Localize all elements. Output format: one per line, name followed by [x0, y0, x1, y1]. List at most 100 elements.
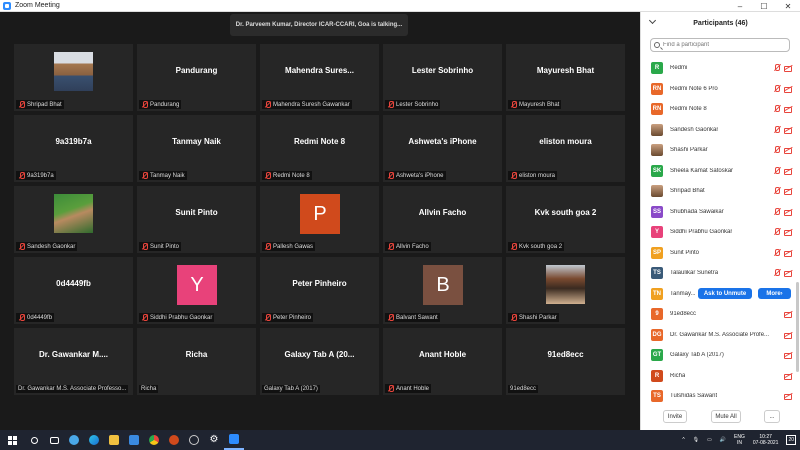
- chrome-icon[interactable]: [144, 430, 164, 450]
- tile-display-name: Lester Sobrinho: [411, 66, 474, 75]
- participant-row[interactable]: DG Dr. Gawankar M.S. Associate Profe...: [641, 325, 800, 346]
- participant-row[interactable]: R Redmi: [641, 58, 800, 79]
- video-tile[interactable]: 91ed8ecc 91ed8ecc: [506, 328, 625, 395]
- video-tile[interactable]: B Balvant Sawant: [383, 257, 502, 324]
- video-off-icon: [784, 187, 793, 196]
- participant-row[interactable]: Sandesh Gaonkar: [641, 120, 800, 141]
- search-taskbar-icon[interactable]: [24, 430, 44, 450]
- participant-row[interactable]: R Richa: [641, 366, 800, 387]
- video-tile[interactable]: Pandurang Pandurang: [137, 44, 256, 111]
- video-tile[interactable]: Galaxy Tab A (20... Galaxy Tab A (2017): [260, 328, 379, 395]
- mic-muted-icon: [510, 101, 517, 108]
- participant-row[interactable]: SP Sunit Pinto: [641, 243, 800, 264]
- mute-all-button[interactable]: Mute All: [711, 410, 741, 423]
- mic-muted-icon: [773, 64, 781, 72]
- tile-name-text: Dr. Gawankar M.S. Associate Professo...: [18, 386, 127, 392]
- minimize-button[interactable]: –: [728, 0, 752, 12]
- close-button[interactable]: ✕: [776, 0, 800, 12]
- mic-muted-icon: [18, 243, 25, 250]
- video-tile[interactable]: Redmi Note 8 Redmi Note 8: [260, 115, 379, 182]
- search-icon: [654, 42, 660, 48]
- invite-button[interactable]: Invite: [663, 410, 687, 423]
- participant-row[interactable]: SS Shubhada Sawaikar: [641, 202, 800, 223]
- video-tile[interactable]: Sandesh Gaonkar: [14, 186, 133, 253]
- people-icon[interactable]: [64, 430, 84, 450]
- participant-more-button[interactable]: More ›: [758, 288, 791, 300]
- tile-name-label: Dr. Gawankar M.S. Associate Professo...: [16, 385, 129, 393]
- participant-row[interactable]: SK Sheela Kamat Satoskar: [641, 161, 800, 182]
- file-explorer-icon[interactable]: [104, 430, 124, 450]
- tile-name-label: Shashi Parkar: [508, 313, 559, 322]
- video-tile[interactable]: Ashweta's iPhone Ashweta's iPhone: [383, 115, 502, 182]
- mic-muted-icon: [18, 172, 25, 179]
- media-icon[interactable]: [184, 430, 204, 450]
- participant-row[interactable]: Y Siddhi Prabhu Gaonkar: [641, 222, 800, 243]
- tile-name-text: Redmi Note 8: [273, 172, 310, 179]
- mic-muted-icon: [18, 101, 25, 108]
- participant-video: [546, 265, 585, 304]
- video-off-icon: [784, 85, 793, 93]
- start-button[interactable]: [0, 430, 24, 450]
- participant-row[interactable]: Shripad Bhat: [641, 181, 800, 202]
- video-off-icon: [784, 146, 793, 155]
- video-tile[interactable]: Peter Pinheiro Peter Pinheiro: [260, 257, 379, 324]
- zoom-taskbar-icon[interactable]: [224, 430, 244, 450]
- edge-icon[interactable]: [84, 430, 104, 450]
- mic-muted-icon: [773, 125, 781, 134]
- tile-display-name: eliston moura: [539, 137, 592, 146]
- video-tile[interactable]: Shashi Parkar: [506, 257, 625, 324]
- participant-row[interactable]: Shashi Parkar: [641, 140, 800, 161]
- video-tile[interactable]: Anant Hoble Anant Hoble: [383, 328, 502, 395]
- video-tile[interactable]: 9a319b7a 9a319b7a: [14, 115, 133, 182]
- video-tile[interactable]: Y Siddhi Prabhu Gaonkar: [137, 257, 256, 324]
- chevron-right-icon: ›: [780, 290, 783, 297]
- video-tile[interactable]: Tanmay Naik Tanmay Naik: [137, 115, 256, 182]
- video-tile[interactable]: Kvk south goa 2 Kvk south goa 2: [506, 186, 625, 253]
- settings-icon[interactable]: ⚙: [204, 430, 224, 450]
- participant-search[interactable]: [650, 38, 790, 52]
- tray-chevron-icon[interactable]: ^: [682, 437, 684, 443]
- video-tile[interactable]: P Pallesh Gawas: [260, 186, 379, 253]
- video-tile[interactable]: Allvin Facho Allvin Facho: [383, 186, 502, 253]
- profile-avatar: P: [300, 194, 340, 234]
- video-tile[interactable]: Dr. Gawankar M.... Dr. Gawankar M.S. Asso…: [14, 328, 133, 395]
- video-tile[interactable]: Mayuresh Bhat Mayuresh Bhat: [506, 44, 625, 111]
- mic-muted-icon: [387, 385, 394, 392]
- video-tile[interactable]: Mahendra Sures... Mahendra Suresh Gawanka…: [260, 44, 379, 111]
- ask-to-unmute-button[interactable]: Ask to Unmute: [698, 288, 752, 300]
- participant-name: Shashi Parkar: [670, 147, 708, 154]
- video-tile[interactable]: 0d4449fb 0d4449fb: [14, 257, 133, 324]
- tile-name-label: Siddhi Prabhu Gaonkar: [139, 313, 215, 322]
- participant-row[interactable]: RN Redmi Note 6 Pro: [641, 79, 800, 100]
- clock[interactable]: 10:27 07-08-2021: [753, 434, 779, 446]
- video-tile[interactable]: eliston moura eliston moura: [506, 115, 625, 182]
- store-icon[interactable]: [124, 430, 144, 450]
- participant-row[interactable]: TN Tanmay... Ask to Unmute More ›: [641, 284, 800, 305]
- powerpoint-icon[interactable]: [164, 430, 184, 450]
- tile-display-name: Ashweta's iPhone: [408, 137, 477, 146]
- language-indicator[interactable]: ENG IN: [734, 434, 745, 446]
- participant-video: [54, 52, 93, 91]
- tile-name-label: eliston moura: [508, 171, 558, 180]
- participant-row[interactable]: RN Redmi Note 8: [641, 99, 800, 120]
- video-tile[interactable]: Richa Richa: [137, 328, 256, 395]
- participant-row[interactable]: 9 91ed8ecc: [641, 304, 800, 325]
- participant-row[interactable]: TS Talaulikar Sunetra: [641, 263, 800, 284]
- volume-icon[interactable]: 🔊: [720, 437, 726, 443]
- participant-row[interactable]: GT Galaxy Tab A (2017): [641, 345, 800, 366]
- notification-badge[interactable]: 20: [786, 435, 796, 445]
- participant-name: Redmi Note 6 Pro: [670, 85, 718, 92]
- video-tile[interactable]: Lester Sobrinho Lester Sobrinho: [383, 44, 502, 111]
- search-input[interactable]: [663, 42, 783, 48]
- video-tile[interactable]: Shripad Bhat: [14, 44, 133, 111]
- video-tile[interactable]: Sunit Pinto Sunit Pinto: [137, 186, 256, 253]
- maximize-button[interactable]: ☐: [752, 0, 776, 12]
- mic-tray-icon[interactable]: 🎙: [693, 437, 699, 443]
- participant-list-scrollbar[interactable]: [796, 282, 799, 372]
- video-off-icon: [784, 228, 793, 237]
- chevron-down-icon[interactable]: [648, 16, 657, 25]
- network-icon[interactable]: ▭: [707, 437, 712, 443]
- task-view-icon[interactable]: [44, 430, 64, 450]
- more-options-button[interactable]: ...: [764, 410, 780, 423]
- participant-status-icons: [773, 187, 793, 196]
